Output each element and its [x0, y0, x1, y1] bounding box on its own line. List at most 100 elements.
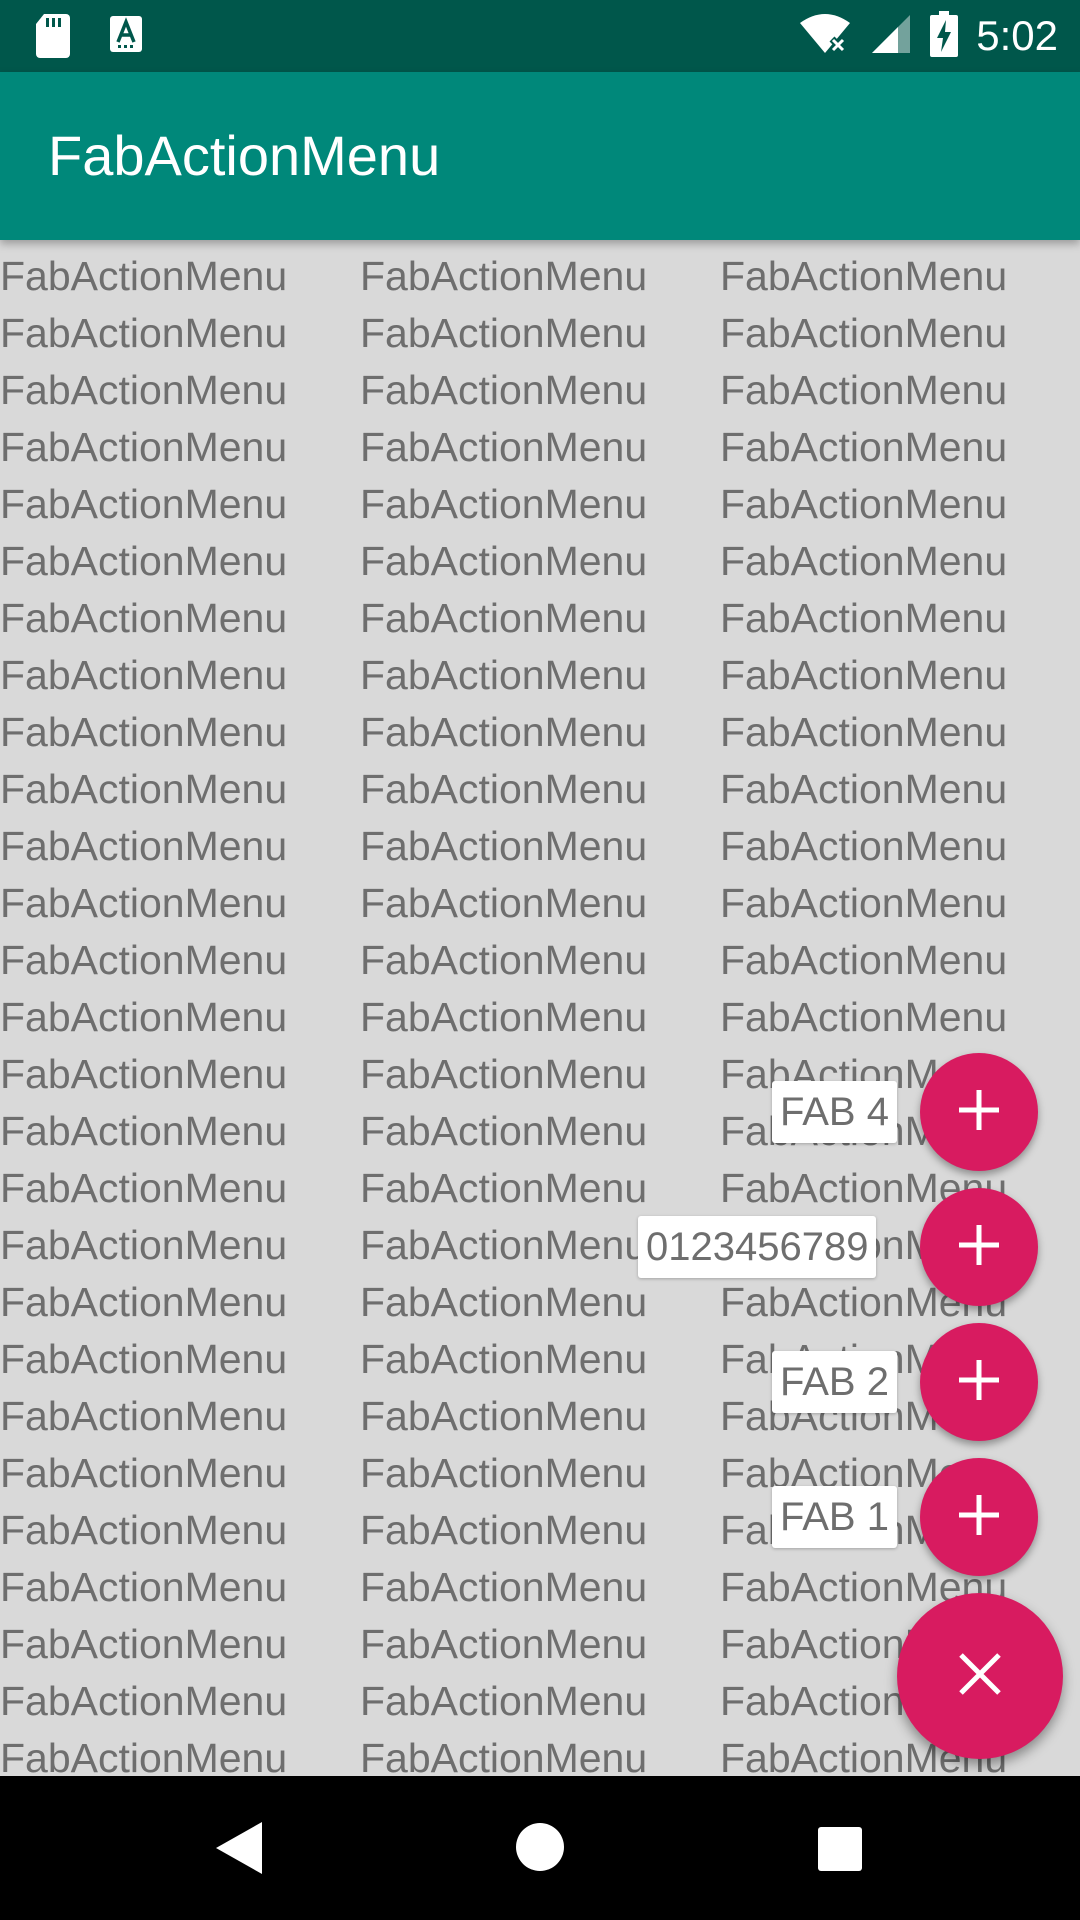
- grid-row: FabActionMenuFabActionMenuFabActionMenu: [0, 875, 1080, 932]
- fab-1-label[interactable]: FAB 1: [772, 1486, 897, 1548]
- grid-cell-text: FabActionMenu: [0, 1621, 288, 1667]
- grid-row: FabActionMenuFabActionMenuFabActionMenu: [0, 1730, 1080, 1776]
- grid-cell-text: FabActionMenu: [0, 1108, 288, 1154]
- grid-cell-text: FabActionMenu: [360, 595, 648, 641]
- grid-cell-text: FabActionMenu: [0, 1450, 288, 1496]
- grid-row: FabActionMenuFabActionMenuFabActionMenu: [0, 590, 1080, 647]
- grid-cell-text: FabActionMenu: [0, 709, 288, 755]
- text-grid: FabActionMenu FabActionMenu FabActionMenu F…: [0, 248, 1080, 1776]
- grid-cell-text: FabActionMenu: [720, 880, 1008, 926]
- grid-cell-text: FabActionMenu: [360, 823, 648, 869]
- battery-charging-icon: [930, 10, 959, 62]
- grid-row: FabActionMenuFabActionMenuFabActionMenu: [0, 305, 1080, 362]
- grid-cell-text: FabActionMenu: [0, 424, 288, 470]
- grid-cell-text: FabActionMenu: [0, 1165, 288, 1211]
- grid-cell-text: FabActionMenu: [0, 1564, 288, 1610]
- grid-cell-text: FabActionMenu: [360, 367, 648, 413]
- grid-cell-text: FabActionMenu: [720, 652, 1008, 698]
- grid-cell-text: FabActionMenu: [360, 1279, 648, 1325]
- sd-card-icon: [34, 14, 72, 63]
- main-fab-close-button[interactable]: [897, 1593, 1063, 1759]
- grid-cell-text: FabActionMenu: [0, 1279, 288, 1325]
- close-icon: [957, 1651, 1003, 1702]
- grid-row: FabActionMenuFabActionMenuFabActionMenu: [0, 1046, 1080, 1103]
- grid-cell-text: FabActionMenu: [720, 253, 1008, 299]
- app-title: FabActionMenu: [48, 124, 441, 187]
- grid-row: FabActionMenu FabActionMenu FabActionMenu: [0, 818, 1080, 875]
- grid-row: FabActionMenuFabActionMenuFabActionMenu: [0, 1388, 1080, 1445]
- grid-row: FabActionMenuFabActionMenuFabActionMenu: [0, 362, 1080, 419]
- grid-cell-text: FabActionMenu: [720, 538, 1008, 584]
- grid-cell-text: FabActionMenu: [360, 709, 648, 755]
- grid-cell-text: FabActionMenu: [0, 1678, 288, 1724]
- fab-4-label[interactable]: FAB 4: [772, 1081, 897, 1143]
- grid-cell-text: FabActionMenu: [360, 1051, 648, 1097]
- grid-cell-text: FabActionMenu: [360, 652, 648, 698]
- status-bar: 5:02: [0, 0, 1080, 72]
- grid-cell-text: FabActionMenu: [0, 538, 288, 584]
- fab-3-label[interactable]: 0123456789: [638, 1216, 877, 1278]
- grid-cell-text: FabActionMenu: [0, 1336, 288, 1382]
- grid-cell-text: FabActionMenu: [360, 1450, 648, 1496]
- status-time: 5:02: [976, 12, 1058, 59]
- grid-cell-text: FabActionMenu: [720, 1165, 1008, 1211]
- grid-cell-text: FabActionMenu: [0, 766, 288, 812]
- grid-cell-text: FabActionMenu: [0, 1393, 288, 1439]
- navigation-bar: [0, 1776, 1080, 1920]
- grid-row: FabActionMenu FabActionMenu FabActionMenu: [0, 704, 1080, 761]
- fab-1-button[interactable]: [920, 1458, 1038, 1576]
- grid-cell-text: FabActionMenu: [360, 1564, 648, 1610]
- grid-cell-text: FabActionMenu: [360, 1393, 648, 1439]
- grid-row: FabActionMenuFabActionMenuFabActionMenu: [0, 1502, 1080, 1559]
- fab-3-button[interactable]: [920, 1188, 1038, 1306]
- grid-row: FabActionMenuFabActionMenuFabActionMenu: [0, 1160, 1080, 1217]
- grid-cell-text: FabActionMenu: [720, 766, 1008, 812]
- grid-cell-text: FabActionMenu: [360, 1336, 648, 1382]
- fab-2-button[interactable]: [920, 1323, 1038, 1441]
- fab-4-button[interactable]: [920, 1053, 1038, 1171]
- grid-row: FabActionMenuFabActionMenuFabActionMenu: [0, 1559, 1080, 1616]
- grid-cell-text: FabActionMenu: [0, 1735, 288, 1776]
- grid-cell-text: FabActionMenu: [0, 937, 288, 983]
- plus-icon: [957, 1088, 1001, 1137]
- grid-cell-text: FabActionMenu: [360, 766, 648, 812]
- grid-cell-text: FabActionMenu: [360, 1507, 648, 1553]
- grid-cell-text: FabActionMenu: [720, 823, 1008, 869]
- grid-row: FabActionMenuFabActionMenuFabActionMenu: [0, 647, 1080, 704]
- grid-cell-text: FabActionMenu: [360, 1735, 648, 1776]
- grid-row: FabActionMenu FabActionMenu FabActionMenu: [0, 761, 1080, 818]
- home-icon[interactable]: [515, 1822, 565, 1877]
- grid-cell-text: FabActionMenu: [0, 823, 288, 869]
- back-icon[interactable]: [214, 1820, 264, 1881]
- grid-cell-text: FabActionMenu: [0, 994, 288, 1040]
- grid-row: FabActionMenuFabActionMenuFabActionMenu: [0, 1217, 1080, 1274]
- grid-cell-text: FabActionMenu: [360, 937, 648, 983]
- grid-cell-text: FabActionMenu: [0, 1222, 288, 1268]
- grid-cell-text: FabActionMenu: [720, 595, 1008, 641]
- grid-row: FabActionMenu FabActionMenu FabActionMenu: [0, 932, 1080, 989]
- grid-cell-text: FabActionMenu: [360, 994, 648, 1040]
- grid-cell-text: FabActionMenu: [360, 1678, 648, 1724]
- grid-cell-text: FabActionMenu: [360, 253, 648, 299]
- grid-row: FabActionMenu FabActionMenu FabActionMenu: [0, 989, 1080, 1046]
- grid-cell-text: FabActionMenu: [720, 424, 1008, 470]
- grid-cell-text: FabActionMenu: [720, 994, 1008, 1040]
- wifi-off-icon: [798, 13, 852, 60]
- grid-row: FabActionMenuFabActionMenuFabActionMenu: [0, 476, 1080, 533]
- content-list[interactable]: FabActionMenu FabActionMenu FabActionMenu F…: [0, 240, 1080, 1776]
- grid-cell-text: FabActionMenu: [360, 424, 648, 470]
- grid-row: FabActionMenuFabActionMenuFabActionMenu: [0, 533, 1080, 590]
- fab-2-label[interactable]: FAB 2: [772, 1351, 897, 1413]
- grid-cell-text: FabActionMenu: [720, 937, 1008, 983]
- recents-icon[interactable]: [817, 1826, 863, 1877]
- grid-cell-text: FabActionMenu: [360, 310, 648, 356]
- grid-cell-text: FabActionMenu: [720, 367, 1008, 413]
- grid-cell-text: FabActionMenu: [360, 1621, 648, 1667]
- text-input-notification-icon: [108, 14, 144, 63]
- grid-cell-text: FabActionMenu: [0, 253, 288, 299]
- app-bar: FabActionMenu: [0, 72, 1080, 240]
- grid-cell-text: FabActionMenu: [0, 1051, 288, 1097]
- grid-cell-text: FabActionMenu: [720, 709, 1008, 755]
- cell-signal-icon: [870, 13, 912, 60]
- grid-cell-text: FabActionMenu: [0, 481, 288, 527]
